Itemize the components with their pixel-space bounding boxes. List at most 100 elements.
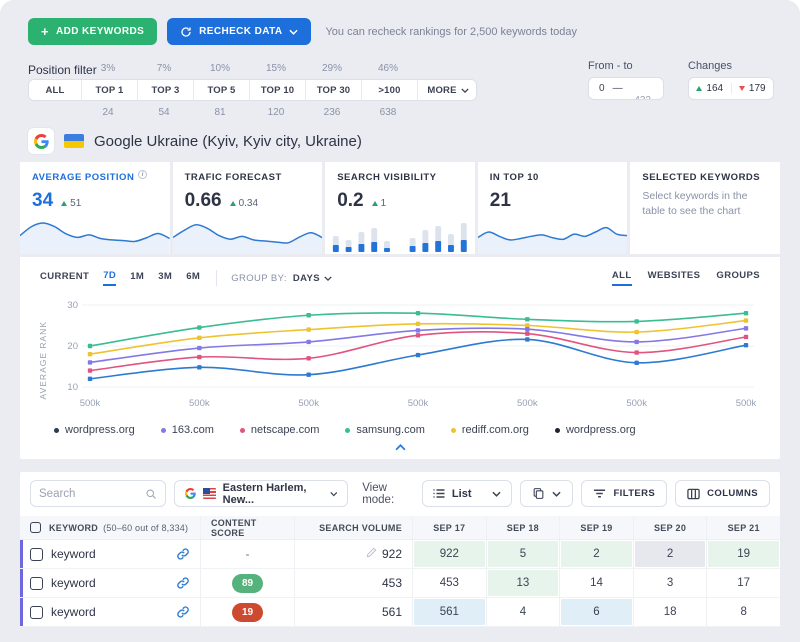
filter-tab-top3[interactable]: TOP 3	[137, 80, 193, 100]
data-point[interactable]	[197, 325, 201, 329]
rank-cell[interactable]: 561	[412, 598, 486, 626]
data-point[interactable]	[525, 327, 529, 331]
link-icon[interactable]	[176, 547, 190, 561]
filter-tab-top10[interactable]: TOP 10	[249, 80, 305, 100]
filter-tab-top1[interactable]: TOP 1	[81, 80, 137, 100]
pencil-icon[interactable]	[366, 545, 377, 563]
data-point[interactable]	[744, 335, 748, 339]
rank-cell[interactable]: 3	[633, 569, 707, 597]
data-point[interactable]	[306, 373, 310, 377]
legend-item[interactable]: netscape.com	[240, 424, 319, 436]
data-point[interactable]	[88, 360, 92, 364]
location-select[interactable]: Eastern Harlem, New...	[174, 480, 348, 507]
copy-menu-button[interactable]	[520, 480, 573, 507]
rank-cell[interactable]: 18	[633, 598, 707, 626]
add-keywords-button[interactable]: + ADD KEYWORDS	[28, 18, 157, 45]
link-icon[interactable]	[176, 605, 190, 619]
range-tab-1m[interactable]: 1M	[130, 271, 144, 285]
data-point[interactable]	[744, 343, 748, 347]
data-point[interactable]	[306, 356, 310, 360]
changes-up[interactable]: 164	[689, 83, 731, 94]
rank-cell[interactable]: 5	[486, 540, 560, 568]
stat-title-in-top-10: IN TOP 10	[490, 172, 616, 183]
filter-tab-all[interactable]: ALL	[29, 80, 81, 100]
rank-cell[interactable]: 8	[706, 598, 780, 626]
data-point[interactable]	[634, 330, 638, 334]
rank-cell[interactable]: 2	[559, 540, 633, 568]
collapse-chart-button[interactable]	[40, 438, 760, 455]
rank-cell[interactable]: 4	[486, 598, 560, 626]
scope-tab-groups[interactable]: GROUPS	[716, 270, 760, 286]
data-point[interactable]	[416, 322, 420, 326]
legend-item[interactable]: wordpress.org	[555, 424, 636, 436]
data-point[interactable]	[197, 336, 201, 340]
range-tab-current[interactable]: CURRENT	[40, 271, 89, 285]
table-row[interactable]: keyword - 922 922 5 2 2 19	[20, 540, 780, 569]
rank-cell[interactable]: 6	[559, 598, 633, 626]
data-point[interactable]	[197, 365, 201, 369]
table-row[interactable]: keyword 19 561 561 4 6 18 8	[20, 598, 780, 627]
columns-button[interactable]: COLUMNS	[675, 480, 770, 507]
recheck-data-button[interactable]: RECHECK DATA	[167, 18, 311, 45]
legend-item[interactable]: 163.com	[161, 424, 214, 436]
link-icon[interactable]	[176, 576, 190, 590]
data-point[interactable]	[306, 340, 310, 344]
changes-down[interactable]: 179	[731, 83, 774, 94]
view-mode-select[interactable]: List	[422, 480, 513, 507]
data-point[interactable]	[634, 340, 638, 344]
data-point[interactable]	[88, 377, 92, 381]
rank-cell[interactable]: 14	[559, 569, 633, 597]
select-all-checkbox[interactable]	[30, 522, 41, 533]
legend-item[interactable]: samsung.com	[345, 424, 424, 436]
table-row[interactable]: keyword 89 453 453 13 14 3 17	[20, 569, 780, 598]
rank-cell[interactable]: 922	[412, 540, 486, 568]
scope-tab-websites[interactable]: WEBSITES	[648, 270, 701, 286]
row-checkbox[interactable]	[30, 577, 43, 590]
data-point[interactable]	[197, 355, 201, 359]
data-point[interactable]	[744, 318, 748, 322]
data-point[interactable]	[525, 337, 529, 341]
data-point[interactable]	[416, 311, 420, 315]
data-point[interactable]	[634, 319, 638, 323]
legend-item[interactable]: rediff.com.org	[451, 424, 529, 436]
data-point[interactable]	[88, 344, 92, 348]
range-tab-6m[interactable]: 6M	[186, 271, 200, 285]
data-point[interactable]	[306, 327, 310, 331]
range-tab-7d[interactable]: 7D	[103, 270, 116, 286]
filter-tab-100plus[interactable]: >100	[361, 80, 417, 100]
data-point[interactable]	[416, 353, 420, 357]
filter-tab-top30[interactable]: TOP 30	[305, 80, 361, 100]
legend-item[interactable]: wordpress.org	[54, 424, 135, 436]
rank-cell[interactable]: 13	[486, 569, 560, 597]
data-point[interactable]	[416, 328, 420, 332]
data-point[interactable]	[744, 326, 748, 330]
range-tab-3m[interactable]: 3M	[158, 271, 172, 285]
group-by-select[interactable]: DAYS	[293, 273, 332, 284]
filters-button[interactable]: FILTERS	[581, 480, 667, 507]
data-point[interactable]	[88, 352, 92, 356]
rank-cell[interactable]: 17	[706, 569, 780, 597]
scope-tab-all[interactable]: ALL	[612, 270, 632, 286]
rank-cell[interactable]: 2	[633, 540, 707, 568]
row-checkbox[interactable]	[30, 606, 43, 619]
data-point[interactable]	[744, 311, 748, 315]
rank-cell[interactable]: 453	[412, 569, 486, 597]
filter-tab-more[interactable]: MORE	[417, 80, 477, 100]
data-point[interactable]	[525, 332, 529, 336]
data-point[interactable]	[197, 346, 201, 350]
data-point[interactable]	[525, 317, 529, 321]
data-point[interactable]	[634, 361, 638, 365]
data-point[interactable]	[634, 350, 638, 354]
stat-card-search-visibility[interactable]: SEARCH VISIBILITY 0.21	[325, 162, 475, 254]
rank-cell[interactable]: 19	[706, 540, 780, 568]
stat-card-average-position[interactable]: AVERAGE POSITIONi 3451	[20, 162, 170, 254]
row-checkbox[interactable]	[30, 548, 43, 561]
data-point[interactable]	[306, 313, 310, 317]
stat-card-traffic-forecast[interactable]: TRAFIC FORECAST 0.660.34	[173, 162, 323, 254]
data-point[interactable]	[416, 333, 420, 337]
data-point[interactable]	[88, 368, 92, 372]
stat-card-in-top-10[interactable]: IN TOP 10 21	[478, 162, 628, 254]
filter-tab-top5[interactable]: TOP 5	[193, 80, 249, 100]
search-input[interactable]	[39, 488, 139, 500]
from-to-input[interactable]: 0 — 432	[588, 77, 664, 100]
